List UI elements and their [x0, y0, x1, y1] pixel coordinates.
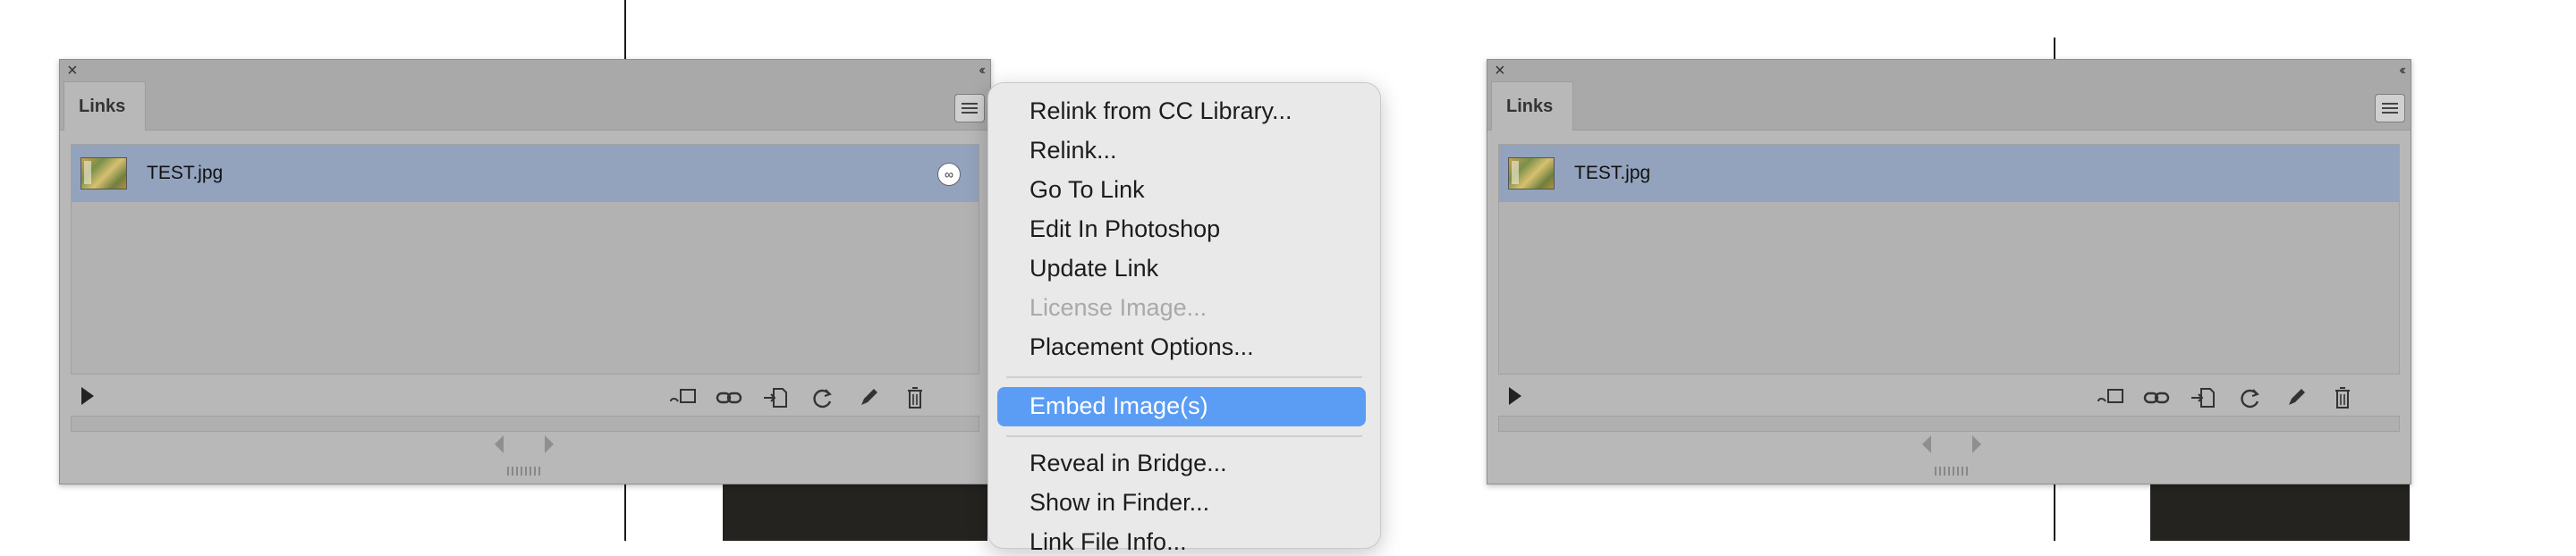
- resize-grip[interactable]: [507, 467, 543, 476]
- link-row[interactable]: TEST.jpg: [1499, 145, 2399, 202]
- delete-icon[interactable]: [2328, 385, 2357, 410]
- links-list[interactable]: TEST.jpg: [1498, 144, 2400, 375]
- relink-icon[interactable]: [2142, 385, 2171, 410]
- menu-item-update-link[interactable]: Update Link: [1030, 255, 1158, 282]
- scroll-left-icon[interactable]: [495, 435, 504, 453]
- horizontal-scrollbar[interactable]: [1498, 416, 2400, 432]
- panel-menu-icon[interactable]: [2375, 94, 2405, 122]
- link-file-name: TEST.jpg: [1574, 163, 1651, 183]
- menu-item-reveal-in-bridge[interactable]: Reveal in Bridge...: [1030, 450, 1227, 477]
- edit-original-icon[interactable]: [2282, 385, 2310, 410]
- placed-image-frame: [2150, 484, 2410, 541]
- horizontal-scrollbar[interactable]: [71, 416, 979, 432]
- tab-bar: [60, 81, 990, 131]
- expand-arrow-icon[interactable]: [1509, 387, 1521, 405]
- document-guide-line: [2054, 38, 2055, 59]
- menu-item-relink[interactable]: Relink...: [1030, 137, 1117, 164]
- menu-separator: [1006, 376, 1362, 378]
- relink-cc-icon[interactable]: [668, 385, 697, 410]
- go-to-link-icon[interactable]: [2189, 385, 2217, 410]
- panel-title-bar[interactable]: [1487, 60, 2411, 81]
- menu-item-embed-images[interactable]: Embed Image(s): [1030, 392, 1208, 420]
- close-icon[interactable]: ×: [1495, 62, 1505, 80]
- collapse-icon[interactable]: ‹‹: [2399, 62, 2405, 80]
- document-guide-line: [624, 484, 626, 541]
- menu-item-go-to-link[interactable]: Go To Link: [1030, 176, 1145, 204]
- scroll-right-icon[interactable]: [545, 435, 554, 453]
- tab-links[interactable]: Links: [64, 81, 146, 131]
- tab-links[interactable]: Links: [1491, 81, 1573, 131]
- links-panel: × ‹‹ Links TEST.jpg: [1487, 59, 2411, 484]
- panel-menu-icon[interactable]: [954, 94, 985, 122]
- menu-item-placement-options[interactable]: Placement Options...: [1030, 333, 1254, 361]
- menu-item-edit-in-photoshop[interactable]: Edit In Photoshop: [1030, 215, 1220, 243]
- tab-bar: [1487, 81, 2411, 131]
- context-menu: Relink from CC Library... Relink... Go T…: [987, 82, 1381, 555]
- go-to-link-icon[interactable]: [761, 385, 790, 410]
- link-file-name: TEST.jpg: [147, 163, 224, 183]
- link-row[interactable]: TEST.jpg ∞: [72, 145, 979, 202]
- close-icon[interactable]: ×: [67, 62, 78, 80]
- menu-item-link-file-info[interactable]: Link File Info...: [1030, 528, 1187, 556]
- menu-separator: [1006, 435, 1362, 437]
- panel-title-bar[interactable]: [60, 60, 990, 81]
- delete-icon[interactable]: [901, 385, 929, 410]
- links-list[interactable]: TEST.jpg ∞: [71, 144, 979, 375]
- relink-icon[interactable]: [715, 385, 743, 410]
- menu-item-show-in-finder[interactable]: Show in Finder...: [1030, 489, 1209, 517]
- image-thumbnail: [80, 157, 127, 190]
- edit-original-icon[interactable]: [854, 385, 883, 410]
- link-status-icon: ∞: [937, 163, 961, 186]
- image-thumbnail: [1508, 157, 1555, 190]
- relink-cc-icon[interactable]: [2096, 385, 2124, 410]
- menu-item-relink-cc[interactable]: Relink from CC Library...: [1030, 97, 1292, 125]
- scroll-left-icon[interactable]: [1922, 435, 1931, 453]
- document-guide-line: [2054, 484, 2055, 541]
- scroll-right-icon[interactable]: [1972, 435, 1981, 453]
- links-panel: × ‹‹ Links TEST.jpg ∞: [59, 59, 991, 484]
- menu-item-license-image: License Image...: [1030, 294, 1208, 321]
- expand-arrow-icon[interactable]: [81, 387, 94, 405]
- document-guide-line: [624, 0, 626, 59]
- update-link-icon[interactable]: [2235, 385, 2264, 410]
- collapse-icon[interactable]: ‹‹: [979, 62, 985, 80]
- update-link-icon[interactable]: [808, 385, 836, 410]
- resize-grip[interactable]: [1935, 467, 1970, 476]
- placed-image-frame: [723, 484, 987, 541]
